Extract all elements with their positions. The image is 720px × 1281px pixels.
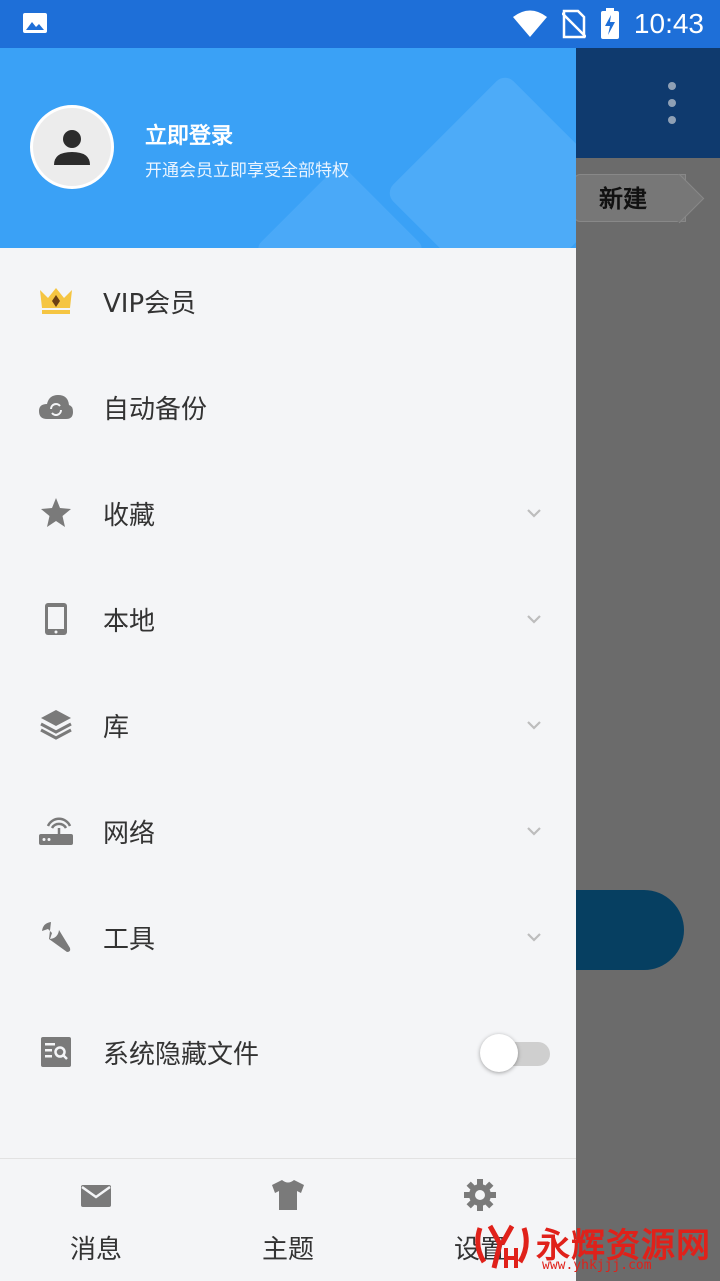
- wifi-icon: [512, 10, 547, 37]
- background-app-bar: [576, 48, 720, 158]
- chevron-down-icon[interactable]: [524, 821, 544, 841]
- tab-theme[interactable]: 主题: [192, 1159, 384, 1281]
- login-subtitle: 开通会员立即享受全部特权: [145, 161, 349, 181]
- menu-item-local[interactable]: 本地: [0, 566, 576, 672]
- menu-item-hidden-files[interactable]: 系统隐藏文件: [0, 990, 576, 1114]
- menu-item-label: 收藏: [103, 500, 156, 531]
- tab-messages[interactable]: 消息: [0, 1159, 192, 1281]
- watermark-url: www.yhkjjj.com: [542, 1258, 652, 1273]
- wrench-icon: [38, 919, 74, 955]
- more-vert-icon: [666, 82, 678, 126]
- hidden-files-toggle[interactable]: [480, 1032, 550, 1072]
- menu-item-auto-backup[interactable]: 自动备份: [0, 354, 576, 460]
- chevron-down-icon[interactable]: [524, 927, 544, 947]
- router-icon: [38, 813, 74, 849]
- chip-label: 新建: [599, 185, 647, 213]
- menu-item-library[interactable]: 库: [0, 672, 576, 778]
- menu-item-label: 工具: [103, 924, 156, 955]
- drawer-menu: VIP会员 自动备份 收藏 本地 库 网络 工具 系统隐藏文件: [0, 248, 576, 1114]
- navigation-drawer: 立即登录 开通会员立即享受全部特权 VIP会员 自动备份 收藏 本地 库 网络 …: [0, 48, 576, 1281]
- login-title[interactable]: 立即登录: [145, 118, 233, 150]
- layers-icon: [38, 707, 74, 743]
- menu-item-label: 系统隐藏文件: [103, 1039, 260, 1070]
- mail-icon: [81, 1185, 111, 1207]
- image-notification-icon: [23, 13, 47, 33]
- gear-icon: [464, 1179, 496, 1211]
- menu-item-label: VIP会员: [103, 288, 197, 319]
- menu-item-label: 网络: [103, 818, 156, 849]
- menu-item-label: 本地: [103, 606, 156, 637]
- background-new-chip: 新建: [574, 174, 686, 222]
- crown-icon: [38, 283, 74, 319]
- status-bar: 10:43: [0, 0, 720, 48]
- phone-icon: [38, 601, 74, 637]
- chevron-down-icon[interactable]: [524, 715, 544, 735]
- cloud-sync-icon: [38, 389, 74, 425]
- person-icon: [54, 130, 90, 165]
- watermark: 永辉资源网 www.yhkjjj.com: [472, 1218, 720, 1274]
- background-action-pill: [576, 890, 684, 970]
- header-decoration: [384, 72, 576, 248]
- clock: 10:43: [633, 8, 704, 39]
- tab-label: 消息: [69, 1235, 122, 1265]
- drawer-header[interactable]: 立即登录 开通会员立即享受全部特权: [0, 48, 576, 248]
- menu-item-label: 库: [103, 712, 130, 743]
- chevron-down-icon[interactable]: [524, 609, 544, 629]
- menu-item-label: 自动备份: [103, 394, 208, 425]
- star-icon: [38, 495, 74, 531]
- shirt-icon: [272, 1180, 304, 1210]
- battery-charging-icon: [600, 8, 619, 39]
- watermark-logo-icon: [475, 1224, 529, 1269]
- tab-label: 主题: [261, 1235, 314, 1265]
- chevron-down-icon[interactable]: [524, 503, 544, 523]
- avatar[interactable]: [30, 105, 114, 189]
- menu-item-vip[interactable]: VIP会员: [0, 248, 576, 354]
- toggle-knob: [480, 1034, 518, 1072]
- menu-item-tools[interactable]: 工具: [0, 884, 576, 990]
- no-sim-icon: [561, 9, 586, 39]
- search-doc-icon: [38, 1034, 74, 1070]
- menu-item-network[interactable]: 网络: [0, 778, 576, 884]
- menu-item-favorites[interactable]: 收藏: [0, 460, 576, 566]
